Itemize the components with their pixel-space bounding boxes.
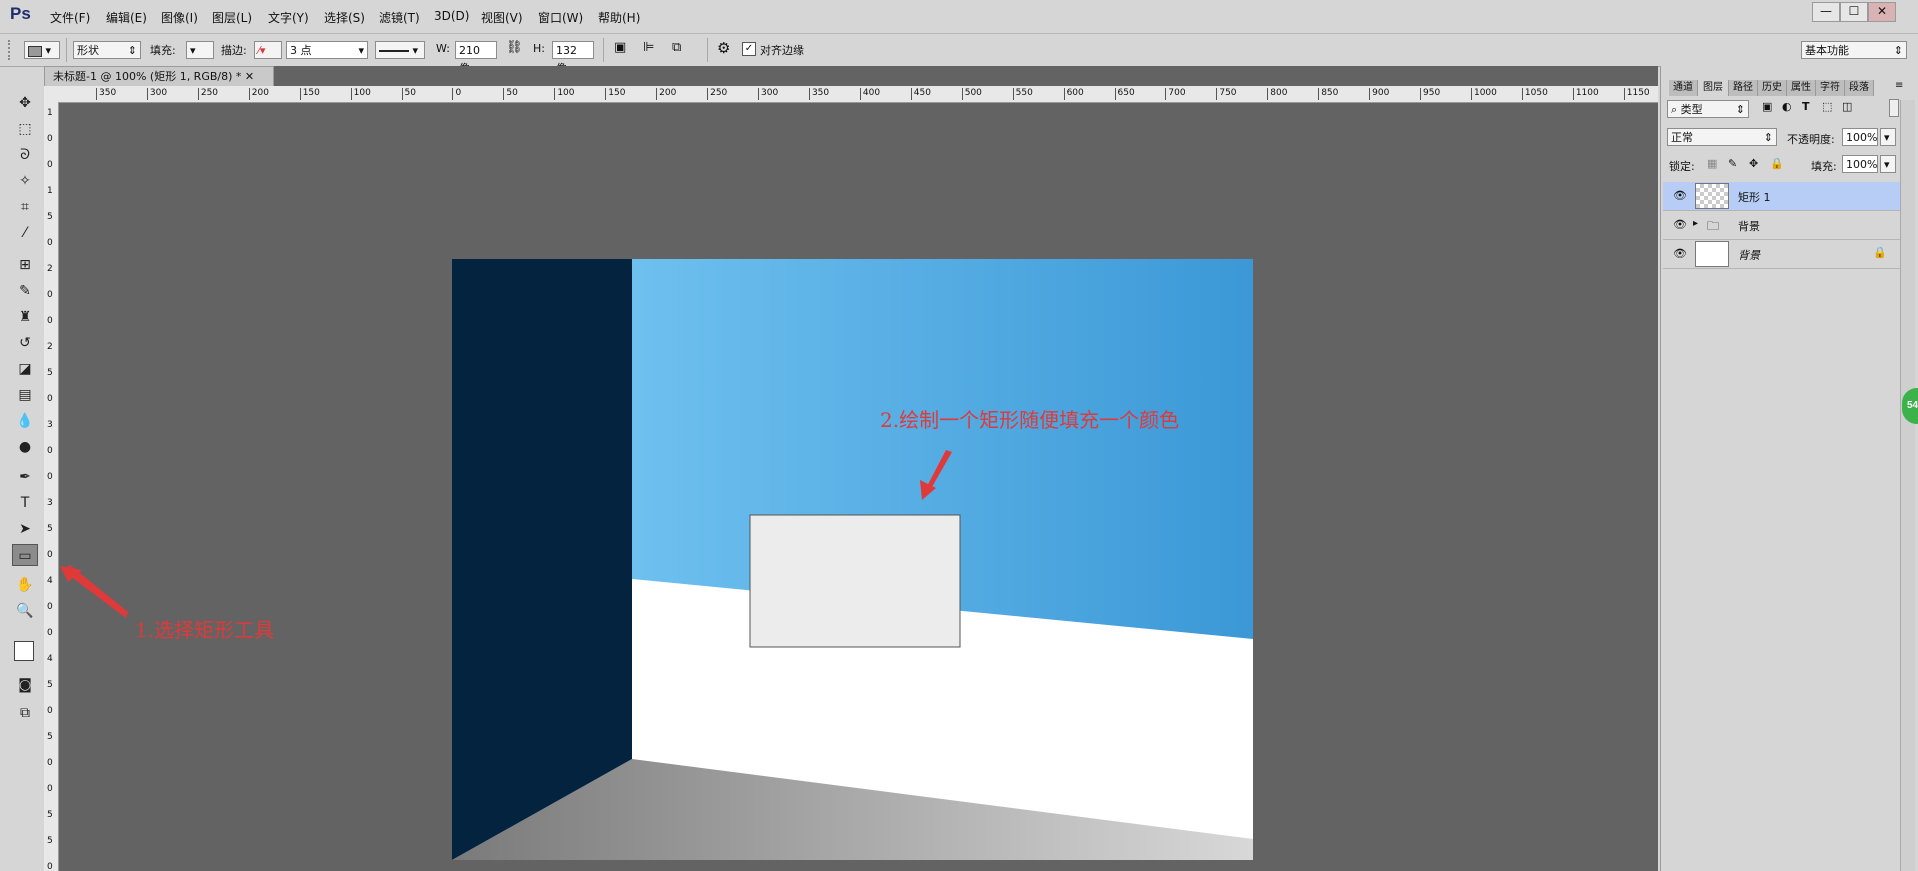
layer-row-group[interactable]: 👁 ▸ 🗀 背景 [1663, 211, 1900, 240]
filter-adjustment-icon[interactable]: ◐ [1782, 100, 1792, 113]
eye-icon[interactable]: 👁 [1673, 218, 1687, 231]
filter-kind-select[interactable]: ⌕ 类型 ⇕ [1667, 100, 1749, 118]
filter-type-icon[interactable]: T [1802, 100, 1810, 113]
layer-thumbnail-background [1695, 241, 1729, 267]
tab-paragraph[interactable]: 段落 [1845, 80, 1874, 96]
filter-toggle-icon[interactable] [1889, 99, 1899, 117]
lock-brush-icon[interactable]: ✎ [1728, 157, 1737, 170]
layer-name: 背景 [1738, 220, 1760, 233]
tab-layers[interactable]: 图层 [1698, 80, 1729, 96]
eye-icon[interactable]: 👁 [1673, 247, 1687, 260]
filter-pixel-icon[interactable]: ▣ [1762, 100, 1772, 113]
layer-name: 矩形 1 [1738, 191, 1771, 204]
blend-mode-value: 正常 [1671, 131, 1693, 144]
lock-transparent-icon[interactable]: ▦ [1707, 157, 1717, 170]
lock-move-icon[interactable]: ✥ [1749, 157, 1758, 170]
layer-name: 背景 [1738, 249, 1760, 262]
annotation-step-2: 2.绘制一个矩形随便填充一个颜色 [880, 408, 1180, 432]
tab-character[interactable]: 字符 [1816, 80, 1845, 96]
blend-mode-select[interactable]: 正常 ⇕ [1667, 128, 1777, 146]
eye-icon[interactable]: 👁 [1673, 189, 1687, 202]
layer-row-background[interactable]: 👁 背景 🔒 [1663, 240, 1900, 269]
lock-all-icon[interactable]: 🔒 [1770, 157, 1784, 170]
opacity-label: 不透明度: [1787, 133, 1835, 146]
expand-arrow-icon[interactable]: ▸ [1693, 218, 1698, 229]
layer-thumbnail-shape [1695, 183, 1729, 209]
tab-history[interactable]: 历史 [1758, 80, 1787, 96]
opacity-dropdown[interactable]: ▾ [1880, 128, 1896, 146]
annotation-arrows [60, 450, 952, 618]
tab-channels[interactable]: 通道 [1669, 80, 1698, 96]
opacity-field[interactable]: 100% [1842, 128, 1878, 146]
folder-icon: 🗀 [1707, 219, 1720, 233]
layer-row-rectangle[interactable]: 👁 矩形 1 [1663, 182, 1900, 211]
filter-kind-value: 类型 [1680, 103, 1703, 116]
fill-label-panel: 填充: [1811, 160, 1837, 173]
annotation-step-1: 1.选择矩形工具 [135, 618, 275, 642]
fill-dropdown[interactable]: ▾ [1880, 155, 1896, 173]
tab-properties[interactable]: 属性 [1787, 80, 1816, 96]
filter-shape-icon[interactable]: ⬚ [1822, 100, 1832, 113]
panel-menu-icon[interactable]: ≡ [1895, 80, 1903, 91]
filter-smart-object-icon[interactable]: ◫ [1842, 100, 1852, 113]
fill-field[interactable]: 100% [1842, 155, 1878, 173]
panel-scrollbar[interactable] [1900, 100, 1915, 871]
lock-label: 锁定: [1669, 160, 1695, 173]
search-icon: ⌕ [1671, 103, 1678, 116]
lock-icon: 🔒 [1873, 246, 1887, 259]
tab-paths[interactable]: 路径 [1729, 80, 1758, 96]
